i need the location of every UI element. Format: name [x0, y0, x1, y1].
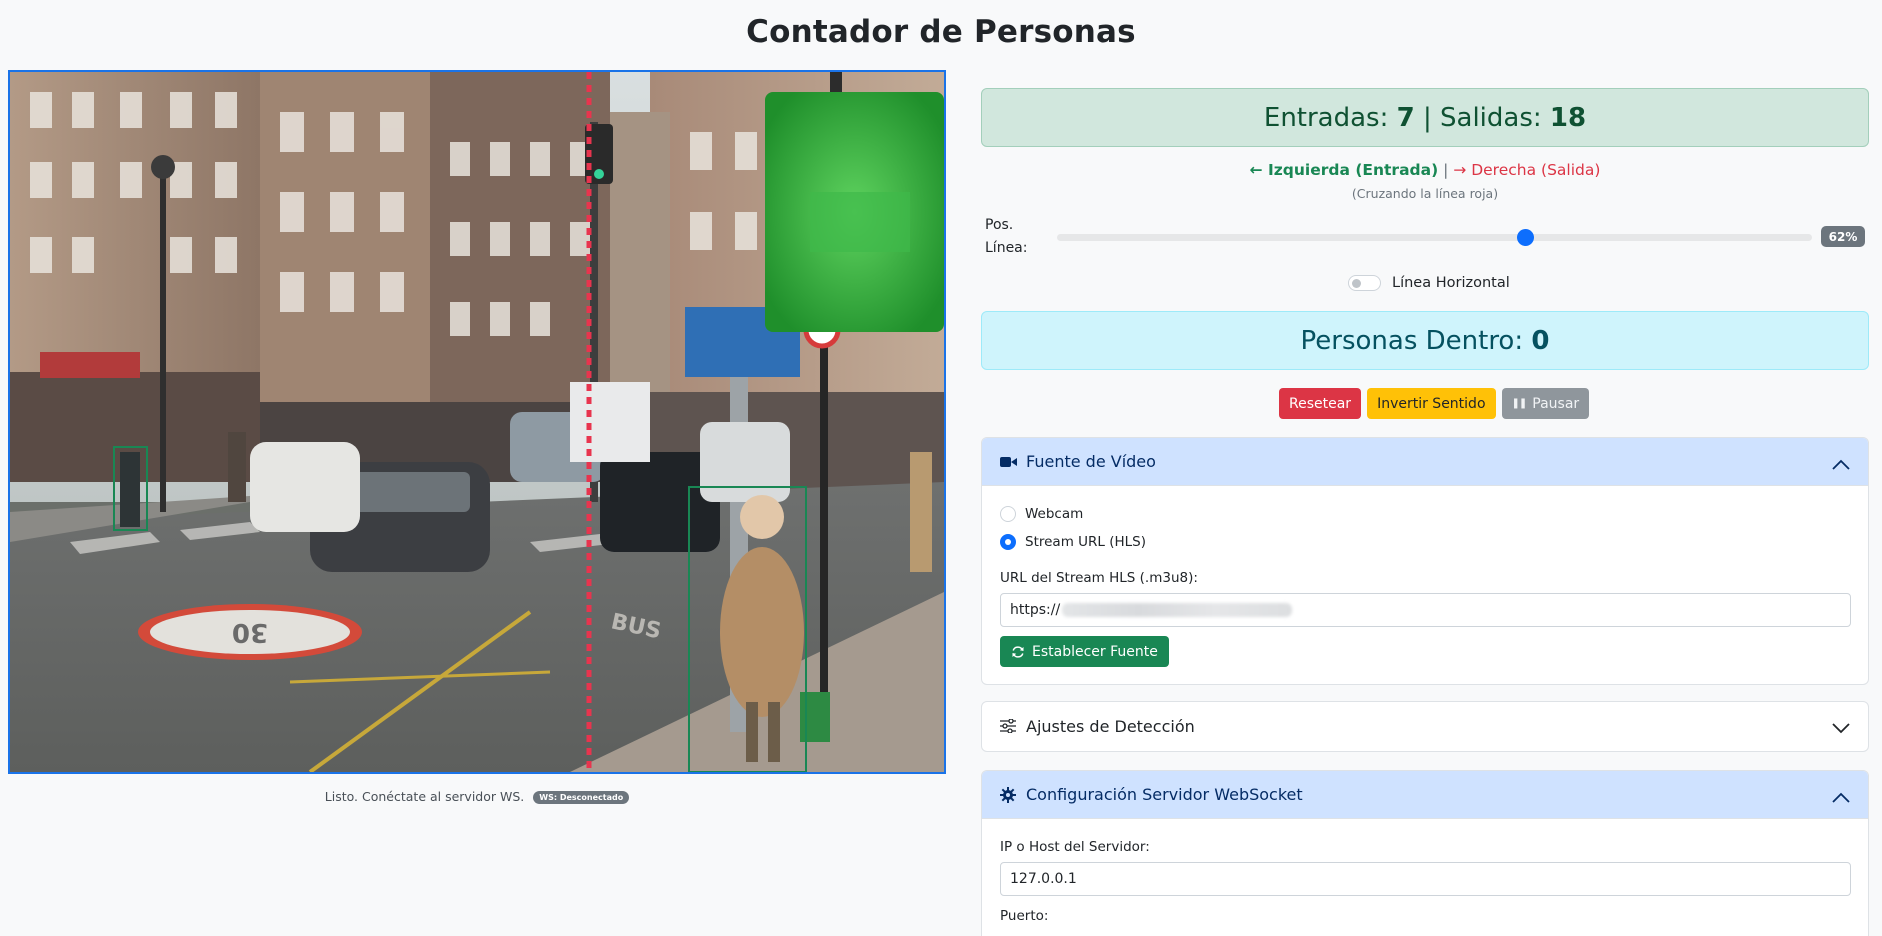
direction-left: ← Izquierda (Entrada)	[1249, 161, 1439, 179]
port-label: Puerto:	[1000, 908, 1049, 924]
host-label: IP o Host del Servidor:	[1000, 839, 1150, 855]
entradas-label: Entradas:	[1263, 102, 1389, 133]
sliders-icon	[1000, 719, 1022, 733]
chevron-up-icon	[1832, 788, 1850, 807]
reset-button[interactable]: Resetear	[1279, 388, 1362, 419]
radio-webcam[interactable]	[1000, 506, 1016, 522]
set-source-button[interactable]: Establecer Fuente	[1000, 636, 1169, 667]
websocket-config-body: IP o Host del Servidor: 127.0.0.1 Puerto…	[982, 819, 1868, 924]
entradas-value: 7	[1396, 102, 1415, 133]
connection-status-row: Listo. Conéctate al servidor WS. WS: Desc…	[0, 789, 954, 804]
inside-value: 0	[1531, 325, 1550, 356]
line-position-slider[interactable]	[1057, 229, 1812, 246]
websocket-config-header[interactable]: Configuración Servidor WebSocket	[982, 771, 1868, 819]
video-source-body: Webcam Stream URL (HLS) URL del Stream H…	[982, 486, 1868, 667]
video-source-title: Fuente de Vídeo	[1026, 452, 1156, 471]
host-input[interactable]: 127.0.0.1	[1000, 862, 1851, 896]
refresh-icon	[1011, 645, 1025, 659]
slider-thumb[interactable]	[1517, 229, 1535, 246]
redacted-url	[1062, 603, 1293, 617]
chevron-down-icon	[1832, 719, 1850, 738]
radio-stream-row[interactable]: Stream URL (HLS)	[1000, 528, 1850, 556]
horizontal-line-toggle-row: Línea Horizontal	[1348, 275, 1510, 291]
radio-stream[interactable]	[1000, 534, 1016, 550]
line-position-badge: 62%	[1821, 226, 1865, 247]
ws-status-badge: WS: Desconectado	[533, 791, 630, 804]
status-text: Listo. Conéctate al servidor WS.	[324, 789, 525, 804]
direction-separator: |	[1443, 161, 1449, 179]
horizontal-line-label: Línea Horizontal	[1392, 275, 1510, 291]
radio-webcam-row[interactable]: Webcam	[1000, 500, 1850, 528]
counter-separator: |	[1422, 102, 1432, 133]
inside-label: Personas Dentro:	[1300, 325, 1524, 356]
video-source-header[interactable]: Fuente de Vídeo	[982, 438, 1868, 486]
detection-settings-panel: Ajustes de Detección	[981, 701, 1869, 752]
video-camera-icon	[1000, 456, 1022, 468]
video-canvas: 30 BUS	[8, 70, 946, 774]
pause-button[interactable]: ❚❚ Pausar	[1501, 388, 1590, 419]
page-title: Contador de Personas	[746, 14, 1136, 50]
horizontal-line-switch[interactable]	[1348, 275, 1381, 291]
pause-label: Pausar	[1532, 395, 1580, 412]
line-position-label-line2: Línea:	[985, 240, 1028, 256]
gear-icon	[1000, 786, 1022, 803]
video-source-panel: Fuente de Vídeo Webcam Stream URL (HLS) …	[981, 437, 1869, 685]
detection-settings-header[interactable]: Ajustes de Detección	[982, 702, 1868, 750]
people-inside-counter: Personas Dentro: 0	[981, 311, 1869, 370]
salidas-label: Salidas:	[1440, 102, 1542, 133]
pause-icon: ❚❚	[1511, 398, 1528, 409]
salidas-value: 18	[1549, 102, 1587, 133]
chevron-up-icon	[1832, 455, 1850, 474]
radio-stream-label: Stream URL (HLS)	[1025, 534, 1146, 550]
direction-note: (Cruzando la línea roja)	[1351, 186, 1499, 201]
detection-settings-title: Ajustes de Detección	[1026, 716, 1195, 736]
road-speed-marking: 30	[232, 617, 268, 647]
stream-url-label: URL del Stream HLS (.m3u8):	[1000, 570, 1198, 586]
video-frame-image: 30 BUS	[10, 72, 944, 772]
stream-url-value: https://	[1010, 602, 1061, 618]
radio-webcam-label: Webcam	[1025, 506, 1084, 522]
line-position-label: Pos. Línea:	[985, 214, 1027, 260]
direction-right: → Derecha (Salida)	[1453, 161, 1601, 179]
host-value: 127.0.0.1	[1010, 871, 1077, 887]
control-buttons: Resetear Invertir Sentido ❚❚ Pausar	[1279, 388, 1590, 419]
direction-legend: ← Izquierda (Entrada) | → Derecha (Salid…	[981, 161, 1869, 179]
stream-url-input[interactable]: https://	[1000, 593, 1851, 627]
entries-exits-counter: Entradas: 7 | Salidas: 18	[981, 88, 1869, 147]
set-source-label: Establecer Fuente	[1032, 643, 1158, 660]
websocket-config-panel: Configuración Servidor WebSocket IP o Ho…	[981, 770, 1869, 936]
line-position-label-line1: Pos.	[985, 217, 1014, 233]
switch-knob	[1352, 279, 1361, 288]
invert-direction-button[interactable]: Invertir Sentido	[1367, 388, 1496, 419]
websocket-config-title: Configuración Servidor WebSocket	[1026, 785, 1303, 804]
